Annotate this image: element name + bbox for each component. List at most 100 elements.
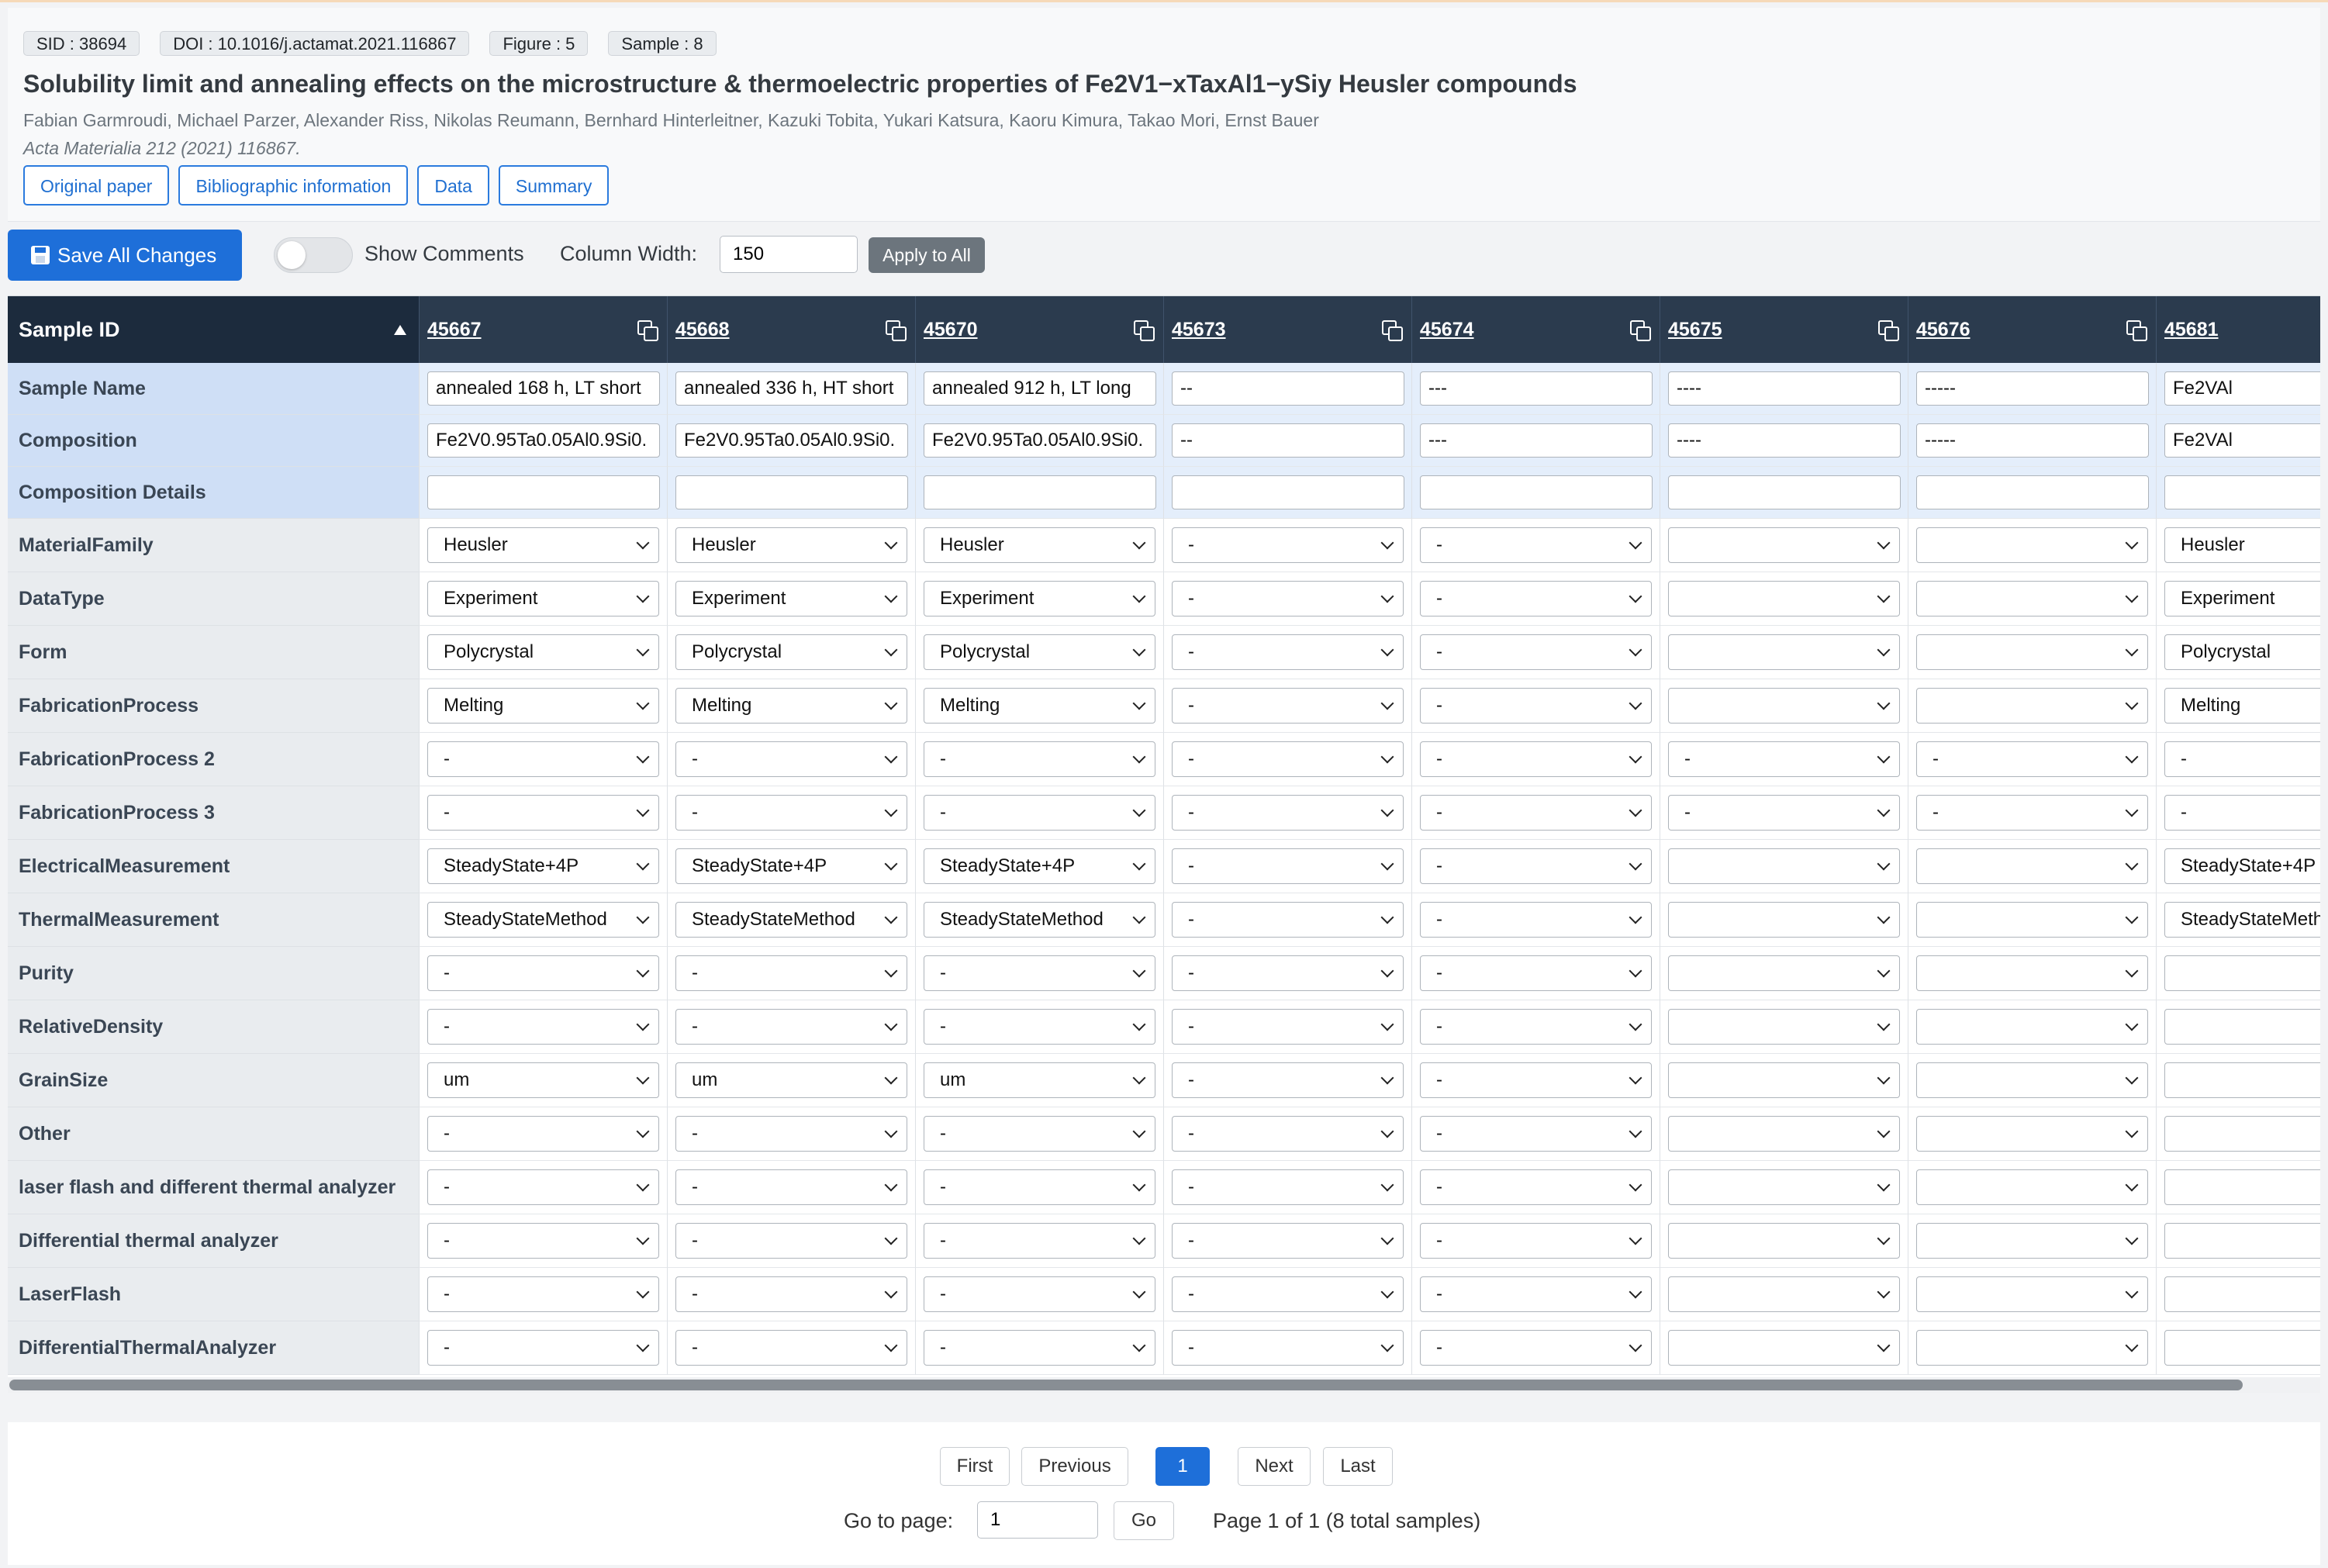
cell-select[interactable]: SteadyStateMethod <box>924 902 1155 938</box>
cell-select[interactable] <box>2164 1276 2320 1312</box>
cell-select[interactable]: - <box>1916 795 2148 831</box>
cell-select[interactable]: - <box>675 795 907 831</box>
cell-select[interactable]: - <box>675 955 907 991</box>
cell-select[interactable] <box>1668 1116 1900 1152</box>
cell-select[interactable] <box>1668 688 1900 724</box>
cell-select[interactable]: Heusler <box>675 527 907 563</box>
copy-icon[interactable] <box>1382 320 1403 341</box>
cell-select[interactable]: Polycrystal <box>2164 634 2320 670</box>
cell-select[interactable]: Experiment <box>427 581 659 616</box>
cell-select[interactable]: - <box>1668 741 1900 777</box>
cell-text-input[interactable] <box>2164 475 2320 509</box>
cell-select[interactable]: - <box>1172 1169 1404 1205</box>
cell-text-input[interactable] <box>924 371 1156 406</box>
cell-select[interactable]: SteadyState+4P <box>427 848 659 884</box>
cell-text-input[interactable] <box>1172 371 1404 406</box>
cell-select[interactable]: - <box>1172 902 1404 938</box>
cell-select[interactable]: - <box>427 1276 659 1312</box>
cell-select[interactable] <box>1916 902 2148 938</box>
cell-select[interactable] <box>2164 1223 2320 1259</box>
cell-select[interactable] <box>1916 688 2148 724</box>
cell-select[interactable]: - <box>1420 1330 1652 1366</box>
cell-text-input[interactable] <box>1916 371 2149 406</box>
cell-text-input[interactable] <box>1668 371 1901 406</box>
cell-select[interactable]: - <box>1172 795 1404 831</box>
cell-select[interactable]: - <box>1420 741 1652 777</box>
cell-select[interactable]: - <box>1420 1116 1652 1152</box>
cell-select[interactable]: - <box>1172 1330 1404 1366</box>
cell-select[interactable] <box>1668 848 1900 884</box>
cell-select[interactable]: Heusler <box>924 527 1155 563</box>
sort-ascending-icon[interactable] <box>394 324 406 335</box>
cell-select[interactable]: Melting <box>924 688 1155 724</box>
cell-text-input[interactable] <box>675 371 908 406</box>
cell-select[interactable]: - <box>1420 902 1652 938</box>
cell-select[interactable] <box>1668 1223 1900 1259</box>
cell-select[interactable] <box>1668 1330 1900 1366</box>
summary-button[interactable]: Summary <box>498 165 610 205</box>
bibliographic-information-button[interactable]: Bibliographic information <box>178 165 409 205</box>
sample-id-link[interactable]: 45675 <box>1668 319 1722 341</box>
cell-select[interactable] <box>1916 581 2148 616</box>
first-page-button[interactable]: First <box>940 1447 1010 1486</box>
cell-select[interactable]: - <box>675 1169 907 1205</box>
cell-select[interactable]: - <box>1172 955 1404 991</box>
sample-id-link[interactable]: 45681 <box>2164 319 2219 341</box>
cell-select[interactable]: - <box>675 1330 907 1366</box>
cell-text-input[interactable] <box>924 423 1156 458</box>
cell-select[interactable] <box>1668 527 1900 563</box>
cell-select[interactable]: Heusler <box>2164 527 2320 563</box>
cell-select[interactable]: - <box>1172 688 1404 724</box>
cell-select[interactable]: - <box>1172 581 1404 616</box>
cell-select[interactable]: - <box>1172 1223 1404 1259</box>
cell-select[interactable]: - <box>1172 1276 1404 1312</box>
cell-select[interactable]: - <box>924 795 1155 831</box>
cell-select[interactable] <box>1668 581 1900 616</box>
cell-text-input[interactable] <box>427 475 660 509</box>
cell-text-input[interactable] <box>427 371 660 406</box>
cell-text-input[interactable] <box>2164 423 2320 458</box>
column-width-input[interactable] <box>720 236 858 273</box>
cell-select[interactable]: Melting <box>2164 688 2320 724</box>
cell-select[interactable] <box>1668 955 1900 991</box>
cell-select[interactable]: - <box>924 1330 1155 1366</box>
cell-select[interactable]: - <box>924 1116 1155 1152</box>
cell-select[interactable] <box>1916 1330 2148 1366</box>
cell-select[interactable]: - <box>427 741 659 777</box>
cell-text-input[interactable] <box>1916 423 2149 458</box>
apply-to-all-button[interactable]: Apply to All <box>869 237 985 273</box>
cell-select[interactable]: - <box>675 741 907 777</box>
cell-text-input[interactable] <box>1916 475 2149 509</box>
cell-select[interactable]: - <box>427 1009 659 1045</box>
show-comments-toggle[interactable] <box>274 237 353 273</box>
cell-select[interactable] <box>2164 1009 2320 1045</box>
cell-select[interactable] <box>1668 1062 1900 1098</box>
cell-select[interactable]: um <box>427 1062 659 1098</box>
cell-select[interactable]: - <box>1420 527 1652 563</box>
cell-select[interactable] <box>1916 527 2148 563</box>
cell-select[interactable]: - <box>2164 795 2320 831</box>
cell-select[interactable] <box>2164 955 2320 991</box>
cell-select[interactable]: Polycrystal <box>675 634 907 670</box>
cell-select[interactable]: - <box>1420 634 1652 670</box>
cell-select[interactable]: - <box>427 1116 659 1152</box>
cell-select[interactable] <box>1916 634 2148 670</box>
cell-select[interactable] <box>2164 1169 2320 1205</box>
cell-select[interactable]: - <box>1172 741 1404 777</box>
copy-icon[interactable] <box>1878 320 1899 341</box>
cell-select[interactable] <box>1668 1169 1900 1205</box>
cell-select[interactable] <box>1916 1223 2148 1259</box>
cell-select[interactable]: - <box>675 1276 907 1312</box>
horizontal-scrollbar[interactable] <box>8 1377 2320 1393</box>
cell-select[interactable]: Heusler <box>427 527 659 563</box>
cell-select[interactable]: Polycrystal <box>427 634 659 670</box>
cell-select[interactable] <box>1668 902 1900 938</box>
cell-select[interactable]: - <box>1172 1062 1404 1098</box>
cell-select[interactable] <box>1668 1009 1900 1045</box>
go-to-page-input[interactable] <box>977 1501 1098 1539</box>
cell-text-input[interactable] <box>924 475 1156 509</box>
copy-icon[interactable] <box>1134 320 1155 341</box>
cell-select[interactable]: - <box>1420 1276 1652 1312</box>
cell-select[interactable] <box>1916 1009 2148 1045</box>
cell-text-input[interactable] <box>675 475 908 509</box>
